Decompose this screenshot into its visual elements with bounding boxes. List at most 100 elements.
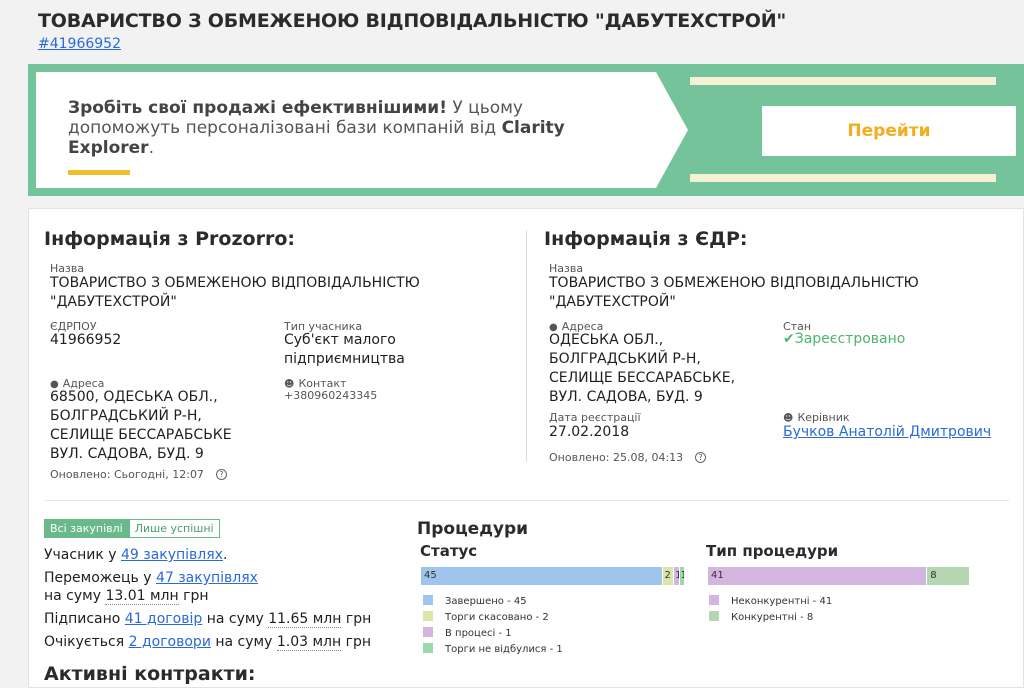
prozorro-title: Інформація з Prozorro: <box>44 228 295 250</box>
banner-stripe <box>690 174 996 182</box>
stat-text: . <box>222 547 228 563</box>
go-button[interactable]: Перейти <box>762 106 1016 156</box>
address-line: БОЛГРАДСЬКИЙ Р-Н, <box>549 351 701 367</box>
head-link[interactable]: Бучков Анатолій Дмитрович <box>783 423 991 442</box>
chart-bar: 41 <box>708 567 927 585</box>
stat-text: на суму <box>210 634 277 650</box>
stat-text: грн <box>341 611 372 627</box>
help-icon[interactable]: ? <box>215 469 227 480</box>
edr-address-value: ОДЕСЬКА ОБЛ., БОЛГРАДСЬКИЙ Р-Н, СЕЛИЩЕ Б… <box>549 331 735 407</box>
participant-type-line: Суб'єкт малого <box>284 332 396 348</box>
stat-text: на суму <box>202 611 269 627</box>
banner-text-box: Зробіть свої продажі ефективнішими! У ць… <box>36 72 688 188</box>
edrpou-link[interactable]: #41966952 <box>38 36 786 52</box>
legend-item: Торги не відбулися - 1 <box>423 643 563 655</box>
signed-stat: Підписано 41 договір на суму 11.65 млн г… <box>44 611 372 628</box>
chart-bar: 2 <box>663 567 674 585</box>
participant-type-value: Суб'єкт малого підприємництва <box>284 331 405 369</box>
expected-contracts-link[interactable]: 2 договори <box>129 634 211 650</box>
company-title: ТОВАРИСТВО З ОБМЕЖЕНОЮ ВІДПОВІДАЛЬНІСТЮ … <box>38 10 787 32</box>
prozorro-updated: Оновлено: Сьогодні, 12:07 <box>50 468 204 481</box>
tab-all-procurements[interactable]: Всі закупівлі <box>44 519 129 538</box>
participant-type-line: підприємництва <box>284 351 405 367</box>
address-line: ВУЛ. САДОВА, БУД. 9 <box>50 446 204 462</box>
type-chart-title: Тип процедури <box>706 542 839 560</box>
stat-text: Очікується <box>44 634 129 650</box>
stat-text: Учасник у <box>44 547 121 563</box>
state-value-row: ✔Зареєстровано <box>783 331 905 347</box>
legend-swatch <box>709 595 719 605</box>
edr-updated: Оновлено: 25.08, 04:13 <box>549 451 684 464</box>
expected-stat: Очікується 2 договори на суму 1.03 млн г… <box>44 634 371 651</box>
participant-procurements-link[interactable]: 49 закупівлях <box>121 547 223 563</box>
chart-bar: 45 <box>421 567 663 585</box>
address-line: ВУЛ. САДОВА, БУД. 9 <box>549 389 703 405</box>
prozorro-address-value: 68500, ОДЕСЬКА ОБЛ., БОЛГРАДСЬКИЙ Р-Н, С… <box>50 388 232 464</box>
legend-label: Торги скасовано - 2 <box>445 612 549 623</box>
legend-item: В процесі - 1 <box>423 627 512 639</box>
edrpou-value: 41966952 <box>50 332 122 348</box>
legend-item: Завершено - 45 <box>423 595 527 607</box>
procedures-title: Процедури <box>417 519 529 539</box>
state-value: Зареєстровано <box>794 331 906 347</box>
active-contracts-title: Активні контракти: <box>44 663 256 685</box>
banner-accent-line <box>68 170 130 175</box>
legend-label: Неконкурентні - 41 <box>731 596 833 607</box>
legend-swatch <box>423 643 433 653</box>
legend-item: Конкурентні - 8 <box>709 611 813 623</box>
prozorro-name-value: ТОВАРИСТВО З ОБМЕЖЕНОЮ ВІДПОВІДАЛЬНІСТЮ … <box>50 274 420 312</box>
address-line: СЕЛИЩЕ БЕССАРАБСЬКЕ, <box>549 370 736 386</box>
stat-text: грн <box>341 634 371 650</box>
expected-sum-value: 1.03 млн <box>276 634 342 651</box>
edr-name-value: ТОВАРИСТВО З ОБМЕЖЕНОЮ ВІДПОВІДАЛЬНІСТЮ … <box>549 274 919 312</box>
stat-text: Переможець у <box>44 570 156 586</box>
winner-procurements-link[interactable]: 47 закупівлях <box>156 570 258 586</box>
banner-message: Зробіть свої продажі ефективнішими! У ць… <box>68 98 568 158</box>
chart-bar: 1 <box>674 567 679 585</box>
signed-sum-value: 11.65 млн <box>268 611 342 628</box>
procurement-tabs: Всі закупівлі Лише успішні <box>44 519 220 538</box>
section-divider <box>44 500 1009 501</box>
check-icon: ✔ <box>783 331 795 347</box>
prozorro-updated-row: Оновлено: Сьогодні, 12:07? <box>50 468 227 481</box>
stat-text: на суму <box>44 588 106 604</box>
stat-text: Підписано <box>44 611 125 627</box>
legend-swatch <box>423 627 433 637</box>
address-line: СЕЛИЩЕ БЕССАРАБСЬКЕ <box>50 427 232 443</box>
legend-swatch <box>709 611 719 621</box>
winner-sum: на суму 13.01 млн грн <box>44 588 209 605</box>
legend-label: Торги не відбулися - 1 <box>445 644 563 655</box>
legend-item: Торги скасовано - 2 <box>423 611 549 623</box>
edr-name-line: "ДАБУТЕХСТРОЙ" <box>549 294 676 310</box>
column-divider <box>526 230 527 462</box>
page-header: ТОВАРИСТВО З ОБМЕЖЕНОЮ ВІДПОВІДАЛЬНІСТЮ … <box>38 10 786 52</box>
registration-date-value: 27.02.2018 <box>549 424 630 440</box>
edr-name-line: ТОВАРИСТВО З ОБМЕЖЕНОЮ ВІДПОВІДАЛЬНІСТЮ <box>549 275 919 291</box>
edr-title: Інформація з ЄДР: <box>544 228 748 250</box>
prozorro-name-line: "ДАБУТЕХСТРОЙ" <box>50 294 177 310</box>
winner-sum-value: 13.01 млн <box>105 588 179 605</box>
status-chart-title: Статус <box>420 542 478 560</box>
legend-swatch <box>423 595 433 605</box>
legend-label: В процесі - 1 <box>445 628 512 639</box>
participant-stat: Учасник у 49 закупівлях. <box>44 547 227 563</box>
legend-label: Завершено - 45 <box>445 596 527 607</box>
banner-bold-text: Зробіть свої продажі ефективнішими! <box>68 98 447 118</box>
address-line: БОЛГРАДСЬКИЙ Р-Н, <box>50 408 202 424</box>
stat-text: грн <box>178 588 209 604</box>
chart-bar: 8 <box>927 567 969 585</box>
signed-contracts-link[interactable]: 41 договір <box>125 611 202 627</box>
banner-stripe <box>690 77 996 85</box>
address-line: 68500, ОДЕСЬКА ОБЛ., <box>50 389 218 405</box>
address-line: ОДЕСЬКА ОБЛ., <box>549 332 664 348</box>
prozorro-name-line: ТОВАРИСТВО З ОБМЕЖЕНОЮ ВІДПОВІДАЛЬНІСТЮ <box>50 275 420 291</box>
winner-stat: Переможець у 47 закупівлях <box>44 570 258 586</box>
tab-successful-only[interactable]: Лише успішні <box>128 519 220 538</box>
help-icon[interactable]: ? <box>695 452 707 463</box>
chart-bar: 1 <box>679 567 684 585</box>
legend-swatch <box>423 611 433 621</box>
legend-item: Неконкурентні - 41 <box>709 595 832 607</box>
edr-updated-row: Оновлено: 25.08, 04:13? <box>549 451 707 464</box>
banner-end: . <box>148 138 154 158</box>
contact-value: +380960243345 <box>284 389 378 402</box>
